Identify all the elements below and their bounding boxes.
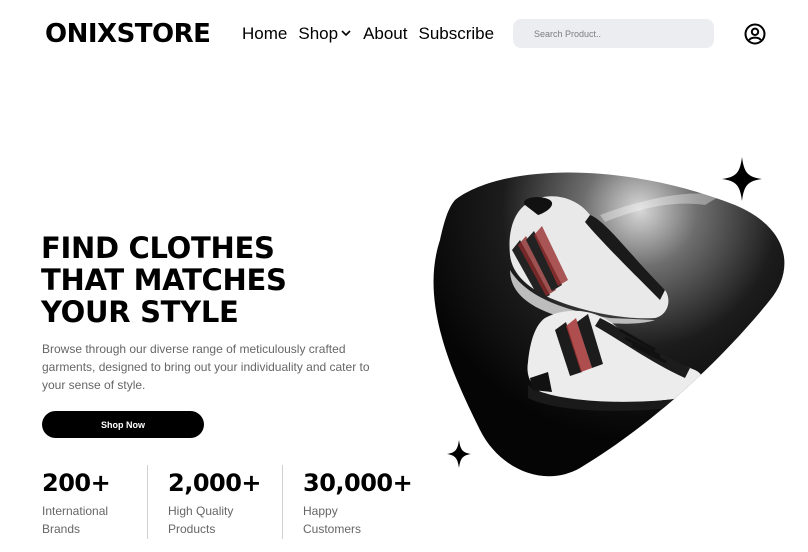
hero-headline: FIND CLOTHES THAT MATCHES YOUR STYLE (41, 232, 287, 328)
main-nav: Home Shop About Subscribe (242, 24, 505, 44)
headline-line: THAT MATCHES (41, 263, 287, 297)
nav-about[interactable]: About (363, 24, 407, 44)
user-circle-icon[interactable] (744, 23, 766, 45)
nav-shop[interactable]: Shop (298, 24, 352, 44)
stat-divider (282, 465, 283, 539)
logo[interactable]: ONIXSTORE (45, 18, 211, 50)
chevron-down-icon (341, 30, 351, 37)
headline-line: FIND CLOTHES (41, 231, 275, 265)
hero-description: Browse through our diverse range of meti… (42, 342, 370, 392)
stat-label-line: International (42, 504, 109, 518)
stat-divider (147, 465, 148, 539)
stat-value: 200+ (42, 469, 111, 497)
four-point-star-icon (447, 440, 471, 468)
headline-line: YOUR STYLE (41, 295, 239, 329)
stat-customers: 30,000+ Happy Customers (303, 468, 413, 538)
sneakers-image (433, 172, 785, 477)
stat-label: High Quality Products (168, 502, 261, 538)
stat-label-line: Brands (42, 522, 81, 536)
four-point-star-icon (722, 157, 762, 201)
stat-label: International Brands (42, 502, 110, 538)
stat-label-line: Customers (303, 522, 362, 536)
stat-products: 2,000+ High Quality Products (168, 468, 262, 538)
stat-label-line: Products (168, 522, 216, 536)
stat-brands: 200+ International Brands (42, 468, 111, 538)
nav-home[interactable]: Home (242, 24, 287, 44)
stat-value: 2,000+ (168, 469, 262, 497)
nav-shop-label: Shop (298, 24, 339, 43)
stat-label-line: Happy (303, 504, 338, 518)
stat-value: 30,000+ (303, 469, 413, 497)
shop-now-button[interactable]: Shop Now (42, 411, 204, 438)
nav-subscribe[interactable]: Subscribe (419, 24, 495, 44)
search-input[interactable] (513, 19, 714, 48)
stat-label-line: High Quality (168, 504, 234, 518)
stat-label: Happy Customers (303, 502, 412, 538)
